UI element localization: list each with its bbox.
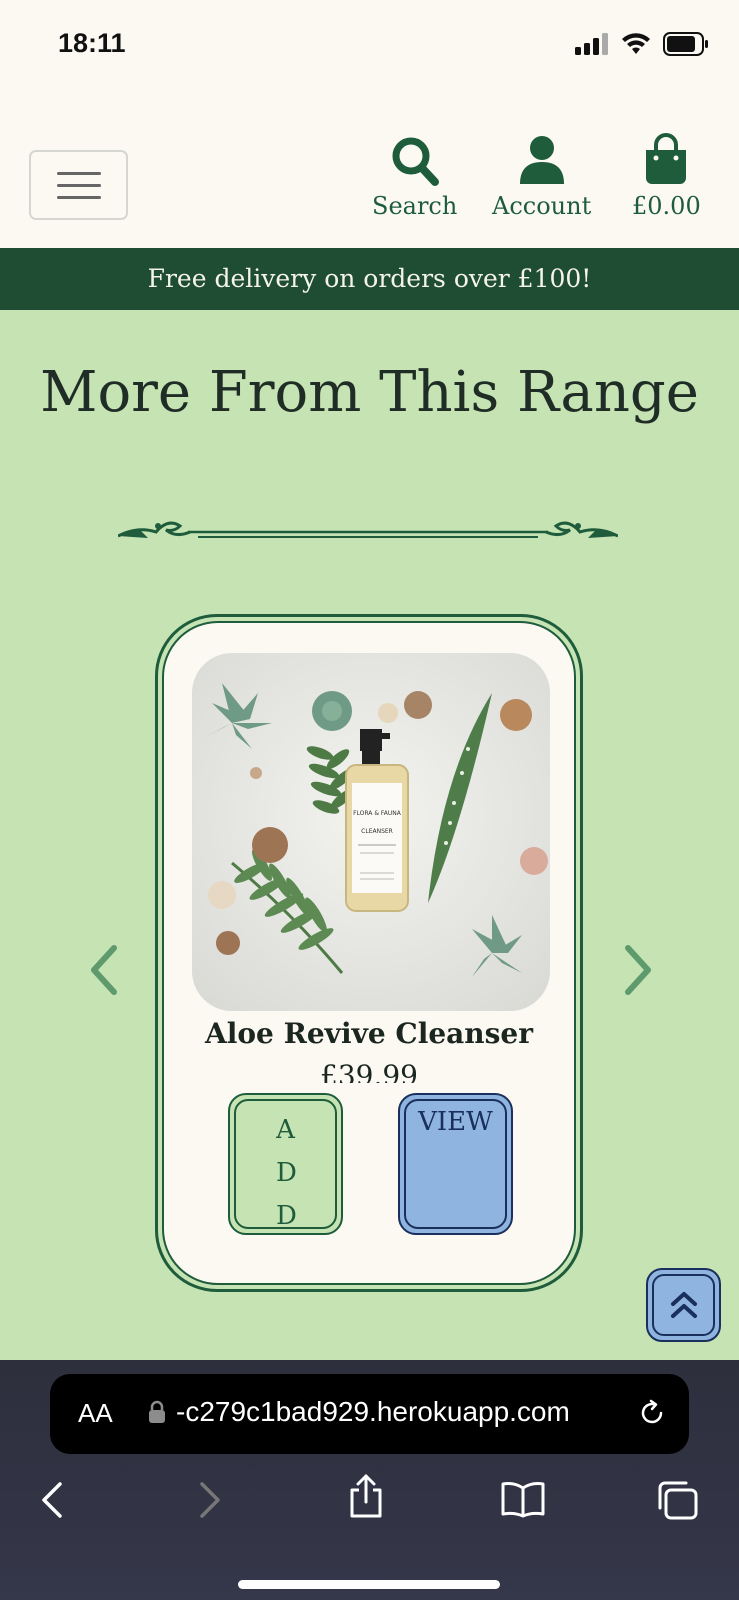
search-nav-button[interactable]: Search <box>372 132 457 220</box>
double-chevron-up-icon <box>670 1292 697 1318</box>
share-icon[interactable] <box>346 1472 386 1520</box>
hamburger-icon <box>56 171 101 175</box>
search-nav-label: Search <box>372 192 458 220</box>
lock-icon <box>149 1400 165 1423</box>
bookmarks-icon[interactable] <box>500 1480 546 1518</box>
home-indicator <box>238 1580 500 1589</box>
back-to-top-button[interactable] <box>646 1268 721 1342</box>
bottle-brand: FLORA & FAUNA <box>353 810 402 817</box>
address-bar[interactable]: AA -c279c1bad929.herokuapp.com <box>50 1374 689 1454</box>
browser-chrome: AA -c279c1bad929.herokuapp.com <box>0 1360 739 1600</box>
status-icons <box>575 32 709 56</box>
section-title: More From This Range <box>40 360 699 425</box>
status-bar: 18:11 <box>0 0 739 90</box>
account-nav-button[interactable]: Account <box>492 132 591 220</box>
add-to-basket-button[interactable]: ADD <box>228 1093 343 1235</box>
browser-toolbar <box>0 1474 739 1540</box>
battery-icon <box>663 32 708 56</box>
product-name[interactable]: Aloe Revive Cleanser <box>164 1017 574 1050</box>
shopping-bag-icon <box>646 133 687 184</box>
account-nav-label: Account <box>492 192 592 220</box>
product-image[interactable]: FLORA & FAUNA CLEANSER <box>192 653 550 1011</box>
reload-icon[interactable] <box>637 1398 667 1428</box>
tabs-icon[interactable] <box>656 1480 700 1522</box>
user-icon <box>519 136 564 184</box>
ornamental-divider-icon <box>118 521 618 538</box>
bottle-label: CLEANSER <box>361 828 393 835</box>
url-text: -c279c1bad929.herokuapp.com <box>176 1396 570 1427</box>
wifi-icon <box>622 33 650 54</box>
back-icon[interactable] <box>38 1480 66 1520</box>
product-price: £39.99 <box>320 1059 418 1083</box>
view-product-button[interactable]: VIEW <box>398 1093 513 1235</box>
delivery-banner: Free delivery on orders over £100! <box>0 248 739 310</box>
search-icon <box>392 137 439 186</box>
chevron-right-icon[interactable] <box>620 942 656 998</box>
product-photo-illustration: FLORA & FAUNA CLEANSER <box>206 683 548 977</box>
cellular-signal-icon <box>575 33 608 55</box>
basket-nav-button[interactable]: £0.00 <box>632 132 701 220</box>
site-header: Search Account £0.00 <box>0 90 739 248</box>
status-time: 18:11 <box>58 28 126 58</box>
add-button-label: ADD <box>234 1099 337 1231</box>
chevron-left-icon[interactable] <box>86 942 122 998</box>
basket-total: £0.00 <box>632 192 701 220</box>
menu-button[interactable] <box>29 150 128 220</box>
text-size-button[interactable]: AA <box>78 1398 113 1429</box>
product-card: FLORA & FAUNA CLEANSER Aloe Revive Clean… <box>155 614 583 1292</box>
forward-icon[interactable] <box>196 1480 224 1520</box>
view-button-label: VIEW <box>404 1099 507 1229</box>
